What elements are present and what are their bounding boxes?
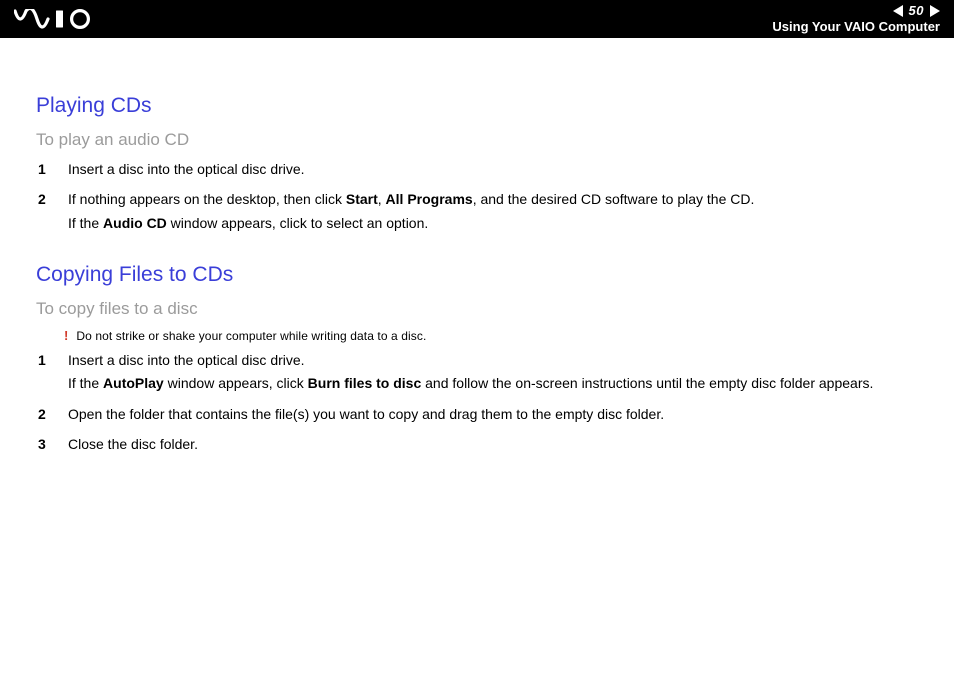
warning-icon: ! [64,329,68,342]
vaio-logo [14,9,110,29]
warning-text: Do not strike or shake your computer whi… [76,329,426,343]
warning: ! Do not strike or shake your computer w… [64,329,920,343]
step-number: 2 [38,405,54,428]
step-body: Insert a disc into the optical disc driv… [68,351,920,398]
step-number: 3 [38,435,54,458]
step-body: Insert a disc into the optical disc driv… [68,160,920,183]
header-bar: 50 Using Your VAIO Computer [0,0,954,38]
step-text: Close the disc folder. [68,435,920,454]
step-number: 1 [38,351,54,398]
prev-page-arrow-icon[interactable] [893,5,903,17]
step-list: 1 Insert a disc into the optical disc dr… [38,351,920,458]
step-body: If nothing appears on the desktop, then … [68,190,920,237]
step-text: If nothing appears on the desktop, then … [68,190,920,209]
step-item: 1 Insert a disc into the optical disc dr… [38,351,920,398]
step-list: 1 Insert a disc into the optical disc dr… [38,160,920,237]
step-text: If the Audio CD window appears, click to… [68,214,920,233]
step-item: 1 Insert a disc into the optical disc dr… [38,160,920,183]
step-text: Insert a disc into the optical disc driv… [68,160,920,179]
section-title: Copying Files to CDs [36,263,920,287]
step-item: 2 If nothing appears on the desktop, the… [38,190,920,237]
vaio-logo-icon [14,9,110,29]
section-copying-files: Copying Files to CDs To copy files to a … [36,263,920,458]
section-subtitle: To copy files to a disc [36,299,920,319]
page-content: Playing CDs To play an audio CD 1 Insert… [0,38,954,458]
breadcrumb[interactable]: Using Your VAIO Computer [772,20,940,34]
next-page-arrow-icon[interactable] [930,5,940,17]
step-item: 2 Open the folder that contains the file… [38,405,920,428]
step-body: Open the folder that contains the file(s… [68,405,920,428]
step-number: 1 [38,160,54,183]
step-item: 3 Close the disc folder. [38,435,920,458]
page-number: 50 [909,4,924,18]
step-number: 2 [38,190,54,237]
step-text: Open the folder that contains the file(s… [68,405,920,424]
section-subtitle: To play an audio CD [36,130,920,150]
section-title: Playing CDs [36,94,920,118]
section-playing-cds: Playing CDs To play an audio CD 1 Insert… [36,94,920,237]
step-text: If the AutoPlay window appears, click Bu… [68,374,920,393]
header-nav: 50 Using Your VAIO Computer [768,4,940,35]
step-text: Insert a disc into the optical disc driv… [68,351,920,370]
step-body: Close the disc folder. [68,435,920,458]
